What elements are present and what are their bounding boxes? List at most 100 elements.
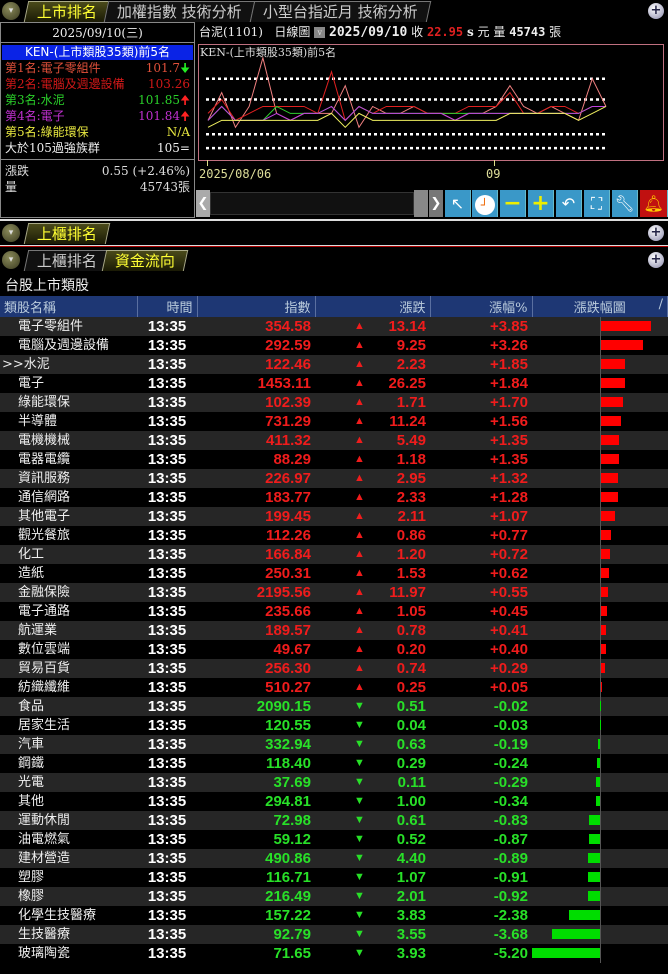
table-row[interactable]: 生技醫療 13:35 92.79 ▼ 3.55 -3.68 (0, 925, 668, 944)
change-bar-cell (532, 507, 668, 526)
tab-listed-ranking[interactable]: 上市排名 (23, 1, 111, 22)
change-cell: ▼ 0.52 (315, 830, 430, 849)
scroll-right-button[interactable]: ❯ (429, 190, 443, 217)
undo-icon[interactable]: ↶ (556, 190, 582, 217)
fit-icon[interactable]: ⛶ (584, 190, 610, 217)
change-value: 11.97 (389, 584, 426, 601)
x-tick (494, 160, 495, 166)
table-row[interactable]: 通信網路 13:35 183.77 ▲ 2.33 +1.28 (0, 488, 668, 507)
table-row[interactable]: 橡膠 13:35 216.49 ▼ 2.01 -0.92 (0, 887, 668, 906)
change-pct: +0.41 (430, 621, 532, 640)
table-row[interactable]: 光電 13:35 37.69 ▼ 0.11 -0.29 (0, 773, 668, 792)
period-dropdown[interactable]: v (314, 27, 326, 38)
change-bar (601, 397, 624, 407)
down-arrow-icon: ▼ (354, 757, 365, 769)
down-arrow-icon: ▼ (354, 833, 365, 845)
chart-scrollbar[interactable] (210, 192, 414, 215)
top-tab-bar: ▾ 上市排名 加權指數 技術分析 小型台指近月 技術分析 + (0, 0, 668, 22)
table-row[interactable]: 玻璃陶瓷 13:35 71.65 ▼ 3.93 -5.20 (0, 944, 668, 963)
table-row[interactable]: 汽車 13:35 332.94 ▼ 0.63 -0.19 (0, 735, 668, 754)
table-row[interactable]: 其他電子 13:35 199.45 ▲ 2.11 +1.07 (0, 507, 668, 526)
table-row[interactable]: 運動休閒 13:35 72.98 ▼ 0.61 -0.83 (0, 811, 668, 830)
change-pct: -0.92 (430, 887, 532, 906)
tab-otc-ranking[interactable]: 上櫃排名 (23, 223, 111, 244)
change-bar (569, 910, 600, 920)
clock-icon[interactable]: ┘ (472, 190, 498, 217)
table-row[interactable]: 居家生活 13:35 120.55 ▼ 0.04 -0.03 (0, 716, 668, 735)
rank-row[interactable]: 第4名:電子 101.84🠉 (1, 108, 194, 124)
magnify-icon[interactable]: + (648, 252, 664, 268)
table-row[interactable]: 電機機械 13:35 411.32 ▲ 5.49 +1.35 (0, 431, 668, 450)
table-row[interactable]: 半導體 13:35 731.29 ▲ 11.24 +1.56 (0, 412, 668, 431)
up-arrow-icon: ▲ (354, 643, 365, 655)
sort-icon[interactable]: / (659, 297, 663, 312)
change-bar (601, 568, 610, 578)
table-row[interactable]: 油電燃氣 13:35 59.12 ▼ 0.52 -0.87 (0, 830, 668, 849)
rank-row[interactable]: 第1名:電子零組件 101.7🠋 (1, 60, 194, 76)
sector-name: 資訊服務 (0, 469, 137, 488)
table-row[interactable]: 化學生技醫療 13:35 157.22 ▼ 3.83 -2.38 (0, 906, 668, 925)
change-pct: -0.87 (493, 831, 528, 848)
rank-row[interactable]: 大於105過強族群 105= (1, 140, 194, 156)
change-cell: ▼ 2.01 (315, 887, 430, 906)
up-arrow-icon: ▲ (354, 358, 365, 370)
table-row[interactable]: 化工 13:35 166.84 ▲ 1.20 +0.72 (0, 545, 668, 564)
table-row[interactable]: 電腦及週邊設備 13:35 292.59 ▲ 9.25 +3.26 (0, 336, 668, 355)
zoom-in-icon[interactable]: + (528, 190, 554, 217)
tab-taiex-analysis[interactable]: 加權指數 技術分析 (103, 1, 256, 22)
table-row[interactable]: 電子通路 13:35 235.66 ▲ 1.05 +0.45 (0, 602, 668, 621)
tab-mini-futures-analysis[interactable]: 小型台指近月 技術分析 (249, 1, 432, 22)
change-pct: +1.70 (430, 393, 532, 412)
pointer-icon[interactable]: ↖ (445, 190, 471, 217)
change-pct: -0.03 (493, 717, 528, 734)
change-value: 0.86 (396, 527, 426, 544)
col-sector-name[interactable]: 類股名稱 (0, 296, 138, 317)
change-value: 1.53 (396, 565, 426, 582)
table-row[interactable]: 數位雲端 13:35 49.67 ▲ 0.20 +0.40 (0, 640, 668, 659)
change-pct: +0.77 (490, 527, 528, 544)
table-row[interactable]: 紡織纖維 13:35 510.27 ▲ 0.25 +0.05 (0, 678, 668, 697)
table-row[interactable]: 建材營造 13:35 490.86 ▼ 4.40 -0.89 (0, 849, 668, 868)
tab-otc-ranking[interactable]: 上櫃排名 (23, 250, 111, 271)
col-change-pct[interactable]: 漲幅% (430, 296, 533, 317)
tab-fund-flow[interactable]: 資金流向 (101, 250, 189, 271)
magnify-icon[interactable]: + (648, 225, 664, 241)
rank-row[interactable]: 第2名:電腦及週邊設備 103.26 (1, 76, 194, 92)
table-row[interactable]: 電器電纜 13:35 88.29 ▲ 1.18 +1.35 (0, 450, 668, 469)
table-row[interactable]: >>水泥 13:35 122.46 ▲ 2.23 +1.85 (0, 355, 668, 374)
table-row[interactable]: 綠能環保 13:35 102.39 ▲ 1.71 +1.70 (0, 393, 668, 412)
change-value: 0.11 (397, 774, 426, 791)
change-bar (601, 625, 607, 635)
col-change-chart[interactable]: 漲跌幅圖 / (532, 296, 668, 317)
table-row[interactable]: 貿易百貨 13:35 256.30 ▲ 0.74 +0.29 (0, 659, 668, 678)
table-row[interactable]: 電子 13:35 1453.11 ▲ 26.25 +1.84 (0, 374, 668, 393)
change-cell: ▲ 0.86 (315, 526, 430, 545)
settings-wrench-icon[interactable]: 🔧︎ (612, 190, 638, 217)
price-unit: 元 (477, 25, 490, 39)
rank-row[interactable]: 第5名:綠能環保 N/A (1, 124, 194, 140)
rank-row[interactable]: 第3名:水泥 101.85🠉 (1, 92, 194, 108)
sector-name: 電子 (18, 376, 45, 391)
col-time[interactable]: 時間 (137, 296, 198, 317)
table-row[interactable]: 鋼鐵 13:35 118.40 ▼ 0.29 -0.24 (0, 754, 668, 773)
dropdown-menu-button[interactable]: ▾ (2, 2, 20, 20)
scroll-left-button[interactable]: ❮ (196, 190, 210, 217)
table-row[interactable]: 觀光餐旅 13:35 112.26 ▲ 0.86 +0.77 (0, 526, 668, 545)
table-row[interactable]: 食品 13:35 2090.15 ▼ 0.51 -0.02 (0, 697, 668, 716)
table-row[interactable]: 塑膠 13:35 116.71 ▼ 1.07 -0.91 (0, 868, 668, 887)
table-row[interactable]: 電子零組件 13:35 354.58 ▲ 13.14 +3.85 (0, 317, 668, 336)
dropdown-menu-button[interactable]: ▾ (2, 251, 20, 269)
table-row[interactable]: 其他 13:35 294.81 ▼ 1.00 -0.34 (0, 792, 668, 811)
alert-bell-icon[interactable]: 🔔︎ (640, 190, 668, 217)
dropdown-menu-button[interactable]: ▾ (2, 224, 20, 242)
ranking-panel: 2025/09/10(三) KEN-(上市類股35類)前5名 第1名:電子零組件… (0, 22, 195, 218)
scroll-thumb[interactable] (414, 190, 428, 217)
table-row[interactable]: 資訊服務 13:35 226.97 ▲ 2.95 +1.32 (0, 469, 668, 488)
zoom-out-icon[interactable]: − (500, 190, 526, 217)
magnify-icon[interactable]: + (648, 3, 664, 19)
table-row[interactable]: 航運業 13:35 189.57 ▲ 0.78 +0.41 (0, 621, 668, 640)
table-row[interactable]: 造紙 13:35 250.31 ▲ 1.53 +0.62 (0, 564, 668, 583)
col-change[interactable]: 漲跌 (315, 296, 431, 317)
table-row[interactable]: 金融保險 13:35 2195.56 ▲ 11.97 +0.55 (0, 583, 668, 602)
col-index[interactable]: 指數 (197, 296, 316, 317)
